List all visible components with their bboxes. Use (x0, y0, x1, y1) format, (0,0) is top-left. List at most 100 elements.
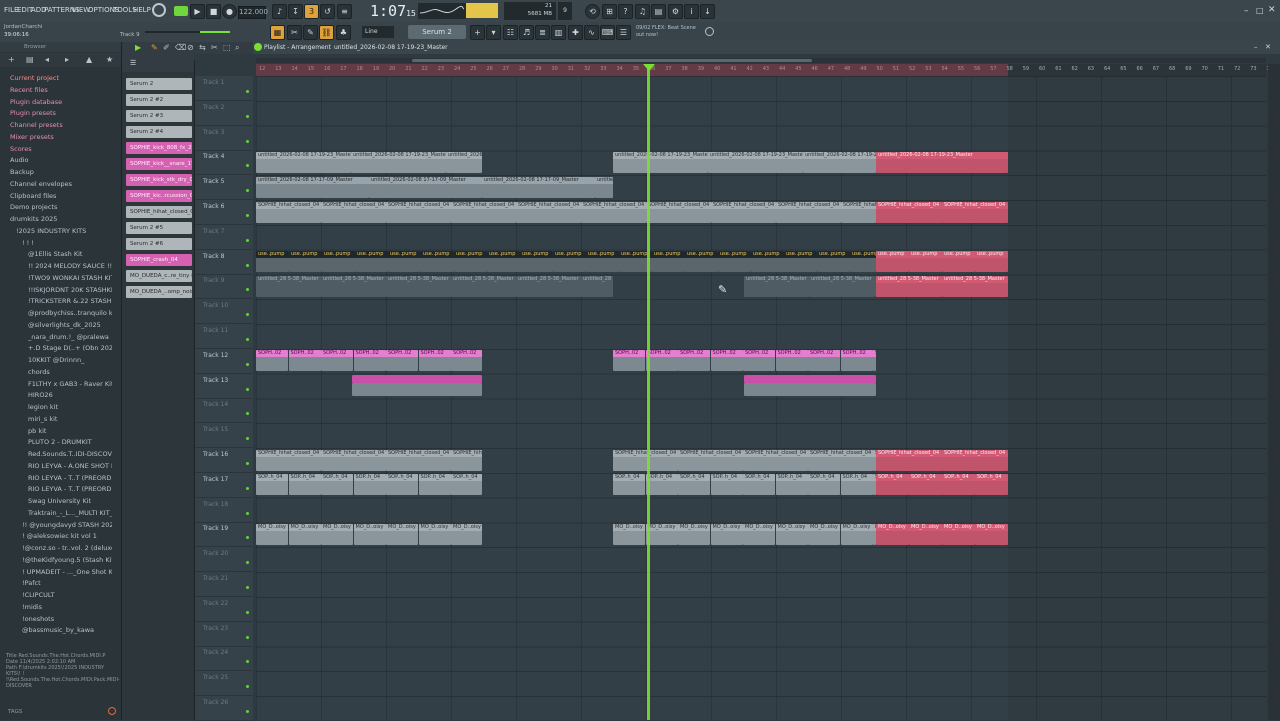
track-mute-led-icon[interactable] (246, 586, 249, 589)
browser-item[interactable]: !CLIPCULT (22, 591, 112, 599)
browser-item[interactable]: Scores (10, 145, 112, 153)
playlist-clip[interactable]: MO_D..oisy (840, 523, 873, 545)
playlist-clip[interactable]: use..pump (909, 251, 942, 273)
browser-item[interactable]: Plugin presets (10, 109, 112, 117)
playlist-clip[interactable]: untitled_2026-02-08 17-17-09_Master (256, 176, 369, 198)
playlist-clip[interactable]: use..pump (586, 251, 619, 273)
playlist-clip[interactable]: use..pump (388, 251, 421, 273)
browser-forward-icon[interactable]: ▸ (65, 55, 69, 64)
browser-item[interactable]: @1Ellis Stash Kit (28, 250, 112, 258)
playlist-clip[interactable]: untitled_28 5-38_Master (516, 275, 581, 297)
playlist-clip[interactable]: SOPHIE_hihat_closed_04 (256, 449, 321, 471)
playlist-clip[interactable]: SOPHIE_hihat_closed_04 (516, 201, 581, 223)
undo-history-icon[interactable]: ⟲ (585, 4, 600, 19)
playlist-clip[interactable]: SOPH..02 (418, 350, 451, 372)
track-mute-led-icon[interactable] (246, 139, 249, 143)
track-header[interactable]: Track 12 (195, 349, 253, 374)
playlist-clip[interactable]: untitled_2026-02-08 17-17-09_Master (595, 176, 613, 198)
browser-item[interactable]: !TWO9 WONKAI STASH KIT (28, 274, 112, 282)
track-header[interactable]: Track 1 (195, 76, 253, 101)
playlist-clip[interactable]: untitled_2026-02-08 17-19-23_Master (256, 151, 351, 173)
playlist-clip[interactable]: SOP..h_04 (909, 474, 942, 496)
track-header[interactable]: Track 2 (195, 101, 253, 126)
playlist-zoom-icon[interactable]: ⌕ (235, 43, 239, 53)
browser-item[interactable]: Clipboard files (10, 192, 112, 200)
browser-item[interactable]: RIO LEYVA - T..T (PREORDER) (28, 485, 112, 493)
playlist-slice-icon[interactable]: ✂ (211, 43, 218, 52)
picker-item[interactable]: SOPHIE_kick__snare_17 (126, 158, 192, 170)
playlist-clip[interactable]: untitled_28 5-38_Master (256, 275, 321, 297)
playlist-clip[interactable]: SOP..h_04 (743, 474, 775, 496)
playlist-clip[interactable]: untitled_28 5-38_Master (581, 275, 613, 297)
playlist-clip[interactable]: use..pump (784, 251, 817, 273)
playlist-clip[interactable]: SOPH..02 (808, 350, 840, 372)
browser-item[interactable]: +.D Stage D(..+ (Obn 2025) (28, 344, 112, 352)
picker-item[interactable]: Serum 2 #4 (126, 126, 192, 138)
playlist-select-icon[interactable]: ⬚ (223, 43, 231, 52)
picker-item[interactable]: SOPHIE_hihat_closed_04 (126, 206, 192, 218)
track-mute-led-icon[interactable] (246, 189, 249, 193)
playlist-clip[interactable]: MO_D..oisy (613, 523, 645, 545)
playlist-clip[interactable]: SOPH..02 (256, 350, 288, 372)
playlist-clip[interactable]: MO_D..oisy (678, 523, 710, 545)
track-mute-led-icon[interactable] (246, 710, 249, 713)
browser-item[interactable]: Current project (10, 74, 112, 82)
track-header[interactable]: Track 14 (195, 398, 253, 424)
playlist-clip[interactable]: SOPHIE_hihat_closed_04 (841, 201, 876, 223)
track-header[interactable]: Track 8 (195, 250, 253, 275)
playlist-clip[interactable]: use..pump (685, 251, 718, 273)
playlist-clip[interactable]: untitled_2026-02-08 17-19-23_Master (708, 151, 803, 173)
tags-search-icon[interactable] (108, 707, 116, 715)
playhead-marker-icon[interactable] (643, 64, 655, 71)
playlist-clip[interactable]: SOPHIE_hihat_closed_04 (646, 201, 711, 223)
track-mute-led-icon[interactable] (246, 610, 249, 614)
track-header[interactable]: Track 17 (195, 473, 253, 498)
track-mute-led-icon[interactable] (246, 313, 249, 317)
browser-item[interactable]: Channel envelopes (10, 180, 112, 188)
track-mute-led-icon[interactable] (246, 685, 249, 689)
playlist-clip[interactable]: SOPHIE_hihat_closed_04 (613, 449, 678, 471)
download-icon[interactable]: ↓ (700, 4, 715, 19)
playlist-draw-icon[interactable]: ✎ (151, 43, 158, 52)
playlist-clip[interactable]: SOP..h_04 (451, 474, 482, 496)
track-mute-led-icon[interactable] (246, 660, 249, 664)
playlist-clip[interactable]: SOPHIE_hihat_closed_04 (808, 449, 873, 471)
track-header[interactable]: Track 15 (195, 423, 253, 449)
track-mute-led-icon[interactable] (246, 164, 249, 168)
pattern-song-toggle[interactable] (174, 6, 188, 16)
playlist-clip[interactable]: MO_D..oisy (975, 523, 1008, 545)
track-header[interactable]: Track 19 (195, 522, 253, 548)
playlist-clip[interactable]: MO_D..oisy (710, 523, 743, 545)
playlist-clip[interactable]: SOP..h_04 (418, 474, 451, 496)
piano-roll-icon[interactable]: ▤ (651, 4, 666, 19)
add-pattern-icon[interactable]: + (470, 25, 485, 40)
playlist-clip[interactable]: use..pump (876, 251, 909, 273)
playlist-clip[interactable]: use..pump (256, 251, 289, 273)
playlist-clip[interactable]: SOPHIE_hihat_closed_04 (451, 449, 482, 471)
track-mute-led-icon[interactable] (246, 536, 249, 540)
stamp-icon[interactable]: ♣ (336, 25, 351, 40)
picker-item[interactable]: Serum 2 #5 (126, 222, 192, 234)
browser-item[interactable]: miri_s kit (28, 415, 112, 423)
playlist-clip[interactable]: use..pump (751, 251, 784, 273)
browser-item[interactable]: chords (28, 368, 112, 376)
playlist-clip[interactable]: SOPH..02 (288, 350, 321, 372)
browser-item[interactable]: @prodbychiss..tranquilo kit (28, 309, 112, 317)
playlist-clip[interactable]: use..pump (454, 251, 487, 273)
play-icon[interactable]: ▶ (190, 4, 205, 19)
picker-item[interactable]: MO_DUEDA_..omp_noisy (126, 286, 192, 298)
playlist-clip[interactable]: use..pump (289, 251, 322, 273)
playlist-clip[interactable]: untitled_2026-02-08 17-19-23_Master (446, 151, 482, 173)
playlist-clip[interactable]: SOP..h_04 (321, 474, 353, 496)
picker-item[interactable]: SOPHIE_kick_808_fx_26 (126, 142, 192, 154)
playlist-clip[interactable]: SOP..h_04 (876, 474, 909, 496)
browser-star-icon[interactable]: ★ (106, 55, 113, 64)
track-mute-led-icon[interactable] (246, 486, 249, 490)
browser-item[interactable]: Recent files (10, 86, 112, 94)
track-mute-led-icon[interactable] (246, 238, 249, 242)
playlist-clip[interactable]: SOPHIE_hihat_closed_04 (451, 201, 516, 223)
playlist-clip[interactable]: MO_D..oisy (909, 523, 942, 545)
playlist-play-icon[interactable]: ▶ (135, 43, 141, 52)
playlist-clip[interactable]: MO_D..oisy (418, 523, 451, 545)
browser-item[interactable]: !! @youngdavyd STASH 2025 (22, 521, 112, 529)
